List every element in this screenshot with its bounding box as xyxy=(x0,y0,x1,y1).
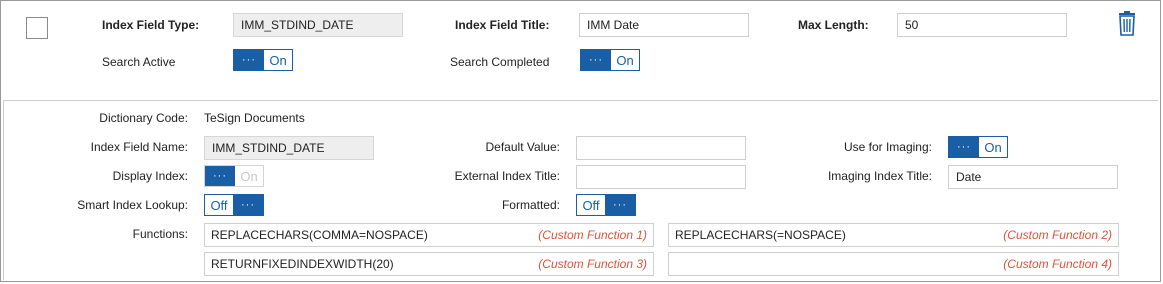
search-completed-label: Search Completed xyxy=(450,55,550,69)
use-for-imaging-toggle[interactable]: ··· On xyxy=(948,136,1008,158)
toggle-state: On xyxy=(616,52,634,68)
index-field-type-label: Index Field Type: xyxy=(102,18,200,32)
smart-index-lookup-toggle[interactable]: Off ··· xyxy=(204,194,264,216)
toggle-state: On xyxy=(240,168,258,184)
toggle-knob: ··· xyxy=(605,195,635,215)
function-field-4[interactable]: (Custom Function 4) xyxy=(668,252,1119,276)
toggle-state: Off xyxy=(210,197,228,213)
max-length-label: Max Length: xyxy=(798,18,869,32)
toggle-knob: ··· xyxy=(234,50,264,70)
default-value-input[interactable] xyxy=(576,136,746,160)
toggle-state: On xyxy=(984,139,1002,155)
display-index-label: Display Index: xyxy=(112,169,188,183)
function-value: REPLACECHARS(=NOSPACE) xyxy=(675,228,846,242)
function-field-1[interactable]: REPLACECHARS(COMMA=NOSPACE) (Custom Func… xyxy=(204,223,654,247)
function-hint: (Custom Function 1) xyxy=(538,228,647,242)
index-field-title-label: Index Field Title: xyxy=(455,18,550,32)
function-field-2[interactable]: REPLACECHARS(=NOSPACE) (Custom Function … xyxy=(668,223,1119,247)
select-checkbox[interactable] xyxy=(26,17,48,39)
toggle-knob: ··· xyxy=(581,50,611,70)
imaging-index-title-input[interactable]: Date xyxy=(948,165,1118,189)
external-index-title-label: External Index Title: xyxy=(454,169,560,183)
functions-label: Functions: xyxy=(132,227,188,241)
toggle-knob: ··· xyxy=(233,195,263,215)
smart-index-lookup-label: Smart Index Lookup: xyxy=(77,198,188,212)
function-hint: (Custom Function 4) xyxy=(1003,257,1112,271)
dictionary-code-label: Dictionary Code: xyxy=(99,111,188,125)
formatted-toggle[interactable]: Off ··· xyxy=(576,194,636,216)
toggle-state: Off xyxy=(582,197,600,213)
index-field-title-input[interactable]: IMM Date xyxy=(579,13,749,37)
imaging-index-title-label: Imaging Index Title: xyxy=(827,169,932,183)
default-value-label: Default Value: xyxy=(485,140,561,154)
dictionary-code-value: TeSign Documents xyxy=(204,111,305,125)
index-field-name-field: IMM_STDIND_DATE xyxy=(204,136,374,160)
function-value: REPLACECHARS(COMMA=NOSPACE) xyxy=(211,228,428,242)
use-for-imaging-label: Use for Imaging: xyxy=(843,140,932,154)
search-active-toggle[interactable]: ··· On xyxy=(233,49,293,71)
toggle-state: On xyxy=(269,52,287,68)
formatted-label: Formatted: xyxy=(501,198,560,212)
index-field-name-label: Index Field Name: xyxy=(90,140,188,154)
external-index-title-input[interactable] xyxy=(576,165,746,189)
function-field-3[interactable]: RETURNFIXEDINDEXWIDTH(20) (Custom Functi… xyxy=(204,252,654,276)
function-hint: (Custom Function 2) xyxy=(1003,228,1112,242)
index-field-type-field: IMM_STDIND_DATE xyxy=(233,13,403,37)
search-active-label: Search Active xyxy=(102,55,176,69)
toggle-knob: ··· xyxy=(949,137,979,157)
search-completed-toggle[interactable]: ··· On xyxy=(580,49,640,71)
display-index-toggle[interactable]: ··· On xyxy=(204,165,264,187)
max-length-input[interactable]: 50 xyxy=(897,13,1067,37)
function-hint: (Custom Function 3) xyxy=(538,257,647,271)
function-value: RETURNFIXEDINDEXWIDTH(20) xyxy=(211,257,394,271)
toggle-knob: ··· xyxy=(205,166,235,186)
trash-icon[interactable] xyxy=(1116,10,1138,36)
